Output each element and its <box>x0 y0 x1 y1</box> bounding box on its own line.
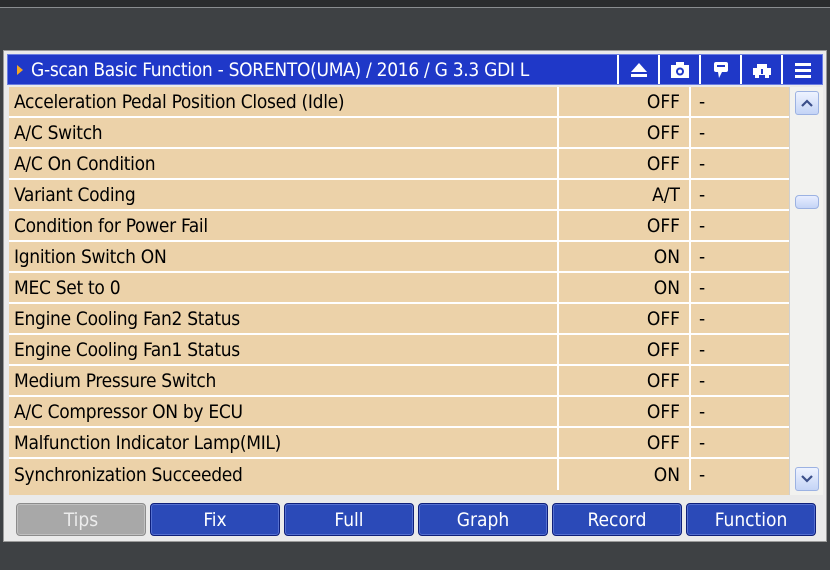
chevron-up-icon <box>801 99 813 107</box>
eject-icon <box>630 62 647 77</box>
function-button[interactable]: Function <box>686 503 816 536</box>
parameter-unit: - <box>699 121 706 144</box>
parameter-name: A/C Compressor ON by ECU <box>9 397 559 426</box>
table-row[interactable]: Malfunction Indicator Lamp(MIL) OFF - <box>9 428 789 459</box>
title-arrow-icon <box>17 64 23 75</box>
parameter-value: A/T <box>559 180 691 209</box>
table-row[interactable]: A/C Compressor ON by ECU OFF - <box>9 397 789 428</box>
table-row[interactable]: Ignition Switch ON ON - <box>9 242 789 273</box>
parameter-unit: - <box>699 400 706 423</box>
table-row[interactable]: Variant Coding A/T - <box>9 180 789 211</box>
title-toolbar <box>617 55 822 84</box>
parameter-value: OFF <box>559 87 691 116</box>
parameter-unit: - <box>699 338 706 361</box>
parameter-unit: - <box>699 431 706 454</box>
parameter-value: OFF <box>559 335 691 364</box>
parameter-name: Medium Pressure Switch <box>9 366 559 395</box>
parameter-unit: - <box>699 214 706 237</box>
parameter-name: Synchronization Succeeded <box>9 459 559 490</box>
menu-button[interactable] <box>781 55 822 84</box>
camera-icon <box>670 61 689 78</box>
scroll-thumb[interactable] <box>795 195 819 209</box>
scroll-down-button[interactable] <box>795 467 819 491</box>
parameter-unit: - <box>699 276 706 299</box>
table-row[interactable]: Condition for Power Fail OFF - <box>9 211 789 242</box>
parameter-unit: - <box>699 369 706 392</box>
chat-button[interactable] <box>699 55 740 84</box>
window-title: G-scan Basic Function - SORENTO(UMA) / 2… <box>31 58 530 81</box>
parameter-name: A/C Switch <box>9 118 559 147</box>
table-row[interactable]: Synchronization Succeeded ON - <box>9 459 789 490</box>
parameter-value: OFF <box>559 397 691 426</box>
record-button[interactable]: Record <box>552 503 682 536</box>
vehicle-icon <box>752 63 771 78</box>
parameter-name: Malfunction Indicator Lamp(MIL) <box>9 428 559 457</box>
chat-icon <box>713 61 728 78</box>
table-row[interactable]: Engine Cooling Fan2 Status OFF - <box>9 304 789 335</box>
table-row[interactable]: Medium Pressure Switch OFF - <box>9 366 789 397</box>
parameter-value: ON <box>559 242 691 271</box>
parameter-value: OFF <box>559 211 691 240</box>
parameter-name: Variant Coding <box>9 180 559 209</box>
parameter-value: OFF <box>559 428 691 457</box>
parameter-unit: - <box>699 245 706 268</box>
graph-button[interactable]: Graph <box>418 503 548 536</box>
table-row[interactable]: Acceleration Pedal Position Closed (Idle… <box>9 87 789 118</box>
parameter-value: OFF <box>559 366 691 395</box>
top-bar <box>0 0 830 8</box>
table-row[interactable]: A/C Switch OFF - <box>9 118 789 149</box>
data-table: Acceleration Pedal Position Closed (Idle… <box>9 87 789 495</box>
vehicle-button[interactable] <box>740 55 781 84</box>
parameter-value: OFF <box>559 149 691 178</box>
parameter-value: ON <box>559 459 691 490</box>
parameter-unit: - <box>699 307 706 330</box>
parameter-unit: - <box>699 463 706 486</box>
bottom-button-bar: Tips Fix Full Graph Record Function <box>16 503 820 536</box>
parameter-value: ON <box>559 273 691 302</box>
parameter-value: OFF <box>559 304 691 333</box>
parameter-name: Engine Cooling Fan2 Status <box>9 304 559 333</box>
parameter-unit: - <box>699 183 706 206</box>
parameter-unit: - <box>699 152 706 175</box>
parameter-name: A/C On Condition <box>9 149 559 178</box>
parameter-name: Condition for Power Fail <box>9 211 559 240</box>
parameter-name: Ignition Switch ON <box>9 242 559 271</box>
chevron-down-icon <box>801 475 813 483</box>
parameter-name: Engine Cooling Fan1 Status <box>9 335 559 364</box>
vertical-scrollbar[interactable] <box>789 87 823 495</box>
parameter-value: OFF <box>559 118 691 147</box>
fix-button[interactable]: Fix <box>150 503 280 536</box>
parameter-name: MEC Set to 0 <box>9 273 559 302</box>
table-row[interactable]: MEC Set to 0 ON - <box>9 273 789 304</box>
eject-button[interactable] <box>617 55 658 84</box>
menu-icon <box>794 62 811 78</box>
full-button[interactable]: Full <box>284 503 414 536</box>
title-bar: G-scan Basic Function - SORENTO(UMA) / 2… <box>7 54 823 85</box>
table-row[interactable]: A/C On Condition OFF - <box>9 149 789 180</box>
parameter-unit: - <box>699 90 706 113</box>
parameter-name: Acceleration Pedal Position Closed (Idle… <box>9 87 559 116</box>
camera-button[interactable] <box>658 55 699 84</box>
scroll-up-button[interactable] <box>795 91 819 115</box>
basic-function-panel: G-scan Basic Function - SORENTO(UMA) / 2… <box>3 50 827 542</box>
tips-button[interactable]: Tips <box>16 503 146 536</box>
table-row[interactable]: Engine Cooling Fan1 Status OFF - <box>9 335 789 366</box>
